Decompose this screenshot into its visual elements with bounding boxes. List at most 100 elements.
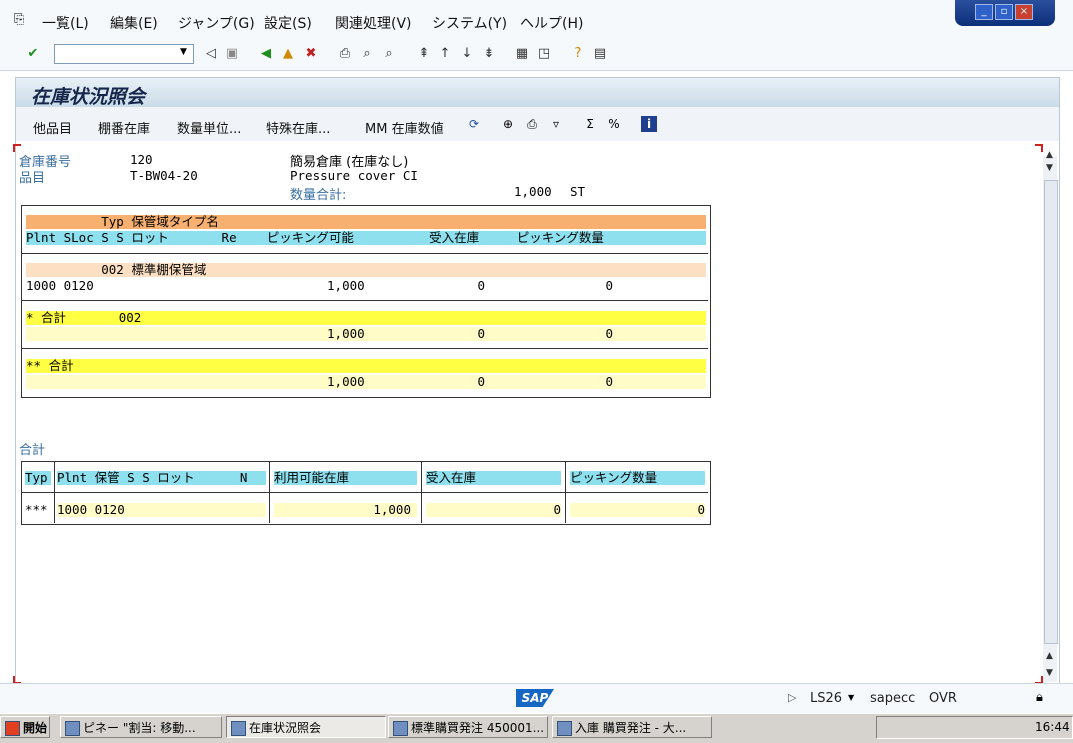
scroll-up-icon[interactable]: ▲	[1046, 651, 1053, 661]
info-icon[interactable]: i	[641, 116, 657, 132]
create-session-icon[interactable]: ▦	[514, 46, 530, 62]
transaction-code: LS26	[810, 691, 843, 706]
chevron-down-icon[interactable]: ▼	[180, 47, 187, 57]
menu-settings[interactable]: 設定(S)	[264, 13, 312, 33]
scroll-up-icon[interactable]: ▲	[1046, 150, 1053, 160]
sum-icon[interactable]: Σ	[582, 116, 598, 132]
scrollbar-thumb[interactable]	[1044, 180, 1058, 644]
server-name: sapecc	[870, 691, 916, 706]
divider	[22, 348, 708, 349]
next-page-icon[interactable]: ↓	[459, 46, 475, 62]
back-icon[interactable]: ◁	[203, 46, 219, 62]
system-menu-icon[interactable]: ⎘	[14, 12, 24, 27]
corner-mark	[1035, 144, 1043, 152]
command-field[interactable]	[54, 44, 194, 64]
material-label: 品目	[19, 171, 46, 186]
find-next-icon[interactable]: ⌕	[381, 46, 397, 62]
chevron-down-icon[interactable]: ▼	[848, 693, 854, 702]
menu-edit[interactable]: 編集(E)	[110, 13, 158, 33]
start-label: 開始	[23, 721, 48, 735]
summary-row-receipt[interactable]: 0	[426, 503, 561, 517]
status-expand-icon[interactable]: ▷	[788, 691, 796, 704]
bin-stock-button[interactable]: 棚番在庫	[98, 118, 150, 137]
layout-icon[interactable]: ▤	[592, 46, 608, 62]
minimize-button[interactable]: _	[975, 4, 993, 20]
print-icon[interactable]: ⎙	[337, 46, 353, 62]
summary-row-available[interactable]: 1,000	[274, 503, 417, 517]
total-qty-value: 1,000	[514, 184, 552, 199]
start-button[interactable]: 開始	[0, 716, 50, 738]
unit-of-measure-button[interactable]: 数量単位...	[177, 118, 241, 137]
sap-window-icon	[65, 721, 80, 736]
input-mode: OVR	[929, 691, 957, 706]
summary-header-picking: ピッキング数量	[570, 471, 705, 485]
menu-goto[interactable]: ジャンプ(G)	[178, 13, 255, 33]
other-material-button[interactable]: 他品目	[33, 118, 72, 137]
help-icon[interactable]: ?	[570, 46, 586, 62]
restore-button[interactable]: ▫	[995, 4, 1013, 20]
sap-window-icon	[231, 721, 246, 736]
first-page-icon[interactable]: ⇞	[416, 46, 432, 62]
subtotal-values-row: 1,000 0 0	[26, 327, 706, 341]
close-button[interactable]: ×	[1015, 4, 1033, 20]
total-qty-unit: ST	[570, 184, 586, 199]
taskbar-item-label: ピネー "割当: 移動...	[83, 721, 196, 735]
storage-type-group-row: 002 標準棚保管域	[26, 263, 706, 277]
taskbar-item[interactable]: ピネー "割当: 移動...	[60, 716, 222, 738]
menu-system[interactable]: システム(Y)	[432, 13, 507, 33]
filter-icon[interactable]: ▿	[548, 116, 564, 132]
summary-row-plant[interactable]: 1000 0120	[57, 503, 266, 517]
page-title: 在庫状況照会	[31, 86, 146, 108]
subtotal-icon[interactable]: %	[606, 116, 622, 132]
material-value: T-BW04-20	[130, 168, 198, 183]
prev-page-icon[interactable]: ↑	[437, 46, 453, 62]
divider	[22, 253, 708, 254]
back-green-icon[interactable]: ◀	[258, 46, 274, 62]
menu-environment[interactable]: 関連処理(V)	[335, 13, 412, 33]
scroll-down-icon[interactable]: ▼	[1046, 163, 1053, 173]
lock-icon: 🔒︎	[1036, 690, 1043, 705]
divider	[22, 300, 708, 301]
summary-row-type: ***	[25, 502, 48, 517]
subtotal-label-row: * 合計 002	[26, 311, 706, 325]
taskbar-item[interactable]: 入庫 購買発注 - 大...	[552, 716, 712, 738]
total-qty-label: 数量合計:	[290, 188, 347, 203]
enter-icon[interactable]: ✔	[25, 46, 41, 62]
menu-bar: ⎘ 一覧(L) 編集(E) ジャンプ(G) 設定(S) 関連処理(V) システム…	[0, 0, 1073, 41]
window-controls: _ ▫ ×	[955, 0, 1055, 26]
last-page-icon[interactable]: ⇟	[481, 46, 497, 62]
find-icon[interactable]: ⌕	[359, 46, 375, 62]
details-icon[interactable]: ⊕	[500, 116, 516, 132]
save-icon[interactable]: ▣	[224, 46, 240, 62]
print-list-icon[interactable]: ⎙	[524, 116, 540, 132]
refresh-icon[interactable]: ⟳	[466, 116, 482, 132]
cancel-icon[interactable]: ✖	[303, 46, 319, 62]
taskbar-item-label: 在庫状況照会	[249, 721, 322, 735]
summary-header-type: Typ	[25, 471, 51, 485]
mm-stock-button[interactable]: MM 在庫数値	[365, 118, 444, 137]
warehouse-value: 120	[130, 152, 153, 167]
taskbar-item-label: 入庫 購買発注 - 大...	[575, 721, 687, 735]
menu-help[interactable]: ヘルプ(H)	[520, 13, 583, 33]
sap-window-icon	[393, 721, 408, 736]
title-bar	[15, 77, 1060, 108]
system-tray: 16:44	[876, 716, 1073, 739]
scroll-down-icon[interactable]: ▼	[1046, 668, 1053, 678]
table-row[interactable]: 1000 0120 1,000 0 0	[26, 279, 706, 293]
shortcut-icon[interactable]: ◳	[536, 46, 552, 62]
special-stock-button[interactable]: 特殊在庫...	[266, 118, 330, 137]
sap-window-icon	[557, 721, 572, 736]
taskbar-item[interactable]: 標準購買発注 450001...	[388, 716, 548, 738]
summary-row-picking[interactable]: 0	[570, 503, 705, 517]
total-label-row: ** 合計	[26, 359, 706, 373]
tray-clock: 16:44	[1035, 720, 1070, 734]
summary-header-available: 利用可能在庫	[274, 471, 417, 485]
windows-logo-icon	[5, 721, 20, 736]
divider	[22, 492, 708, 493]
menu-list[interactable]: 一覧(L)	[42, 13, 89, 33]
taskbar-item-active[interactable]: 在庫状況照会	[226, 716, 386, 738]
taskbar-item-label: 標準購買発注 450001...	[411, 721, 545, 735]
list-header-columns: Plnt SLoc S S ロット Re ピッキング可能 受入在庫 ピッキング数…	[26, 231, 706, 245]
total-values-row: 1,000 0 0	[26, 375, 706, 389]
exit-icon[interactable]: ▲	[280, 46, 296, 62]
